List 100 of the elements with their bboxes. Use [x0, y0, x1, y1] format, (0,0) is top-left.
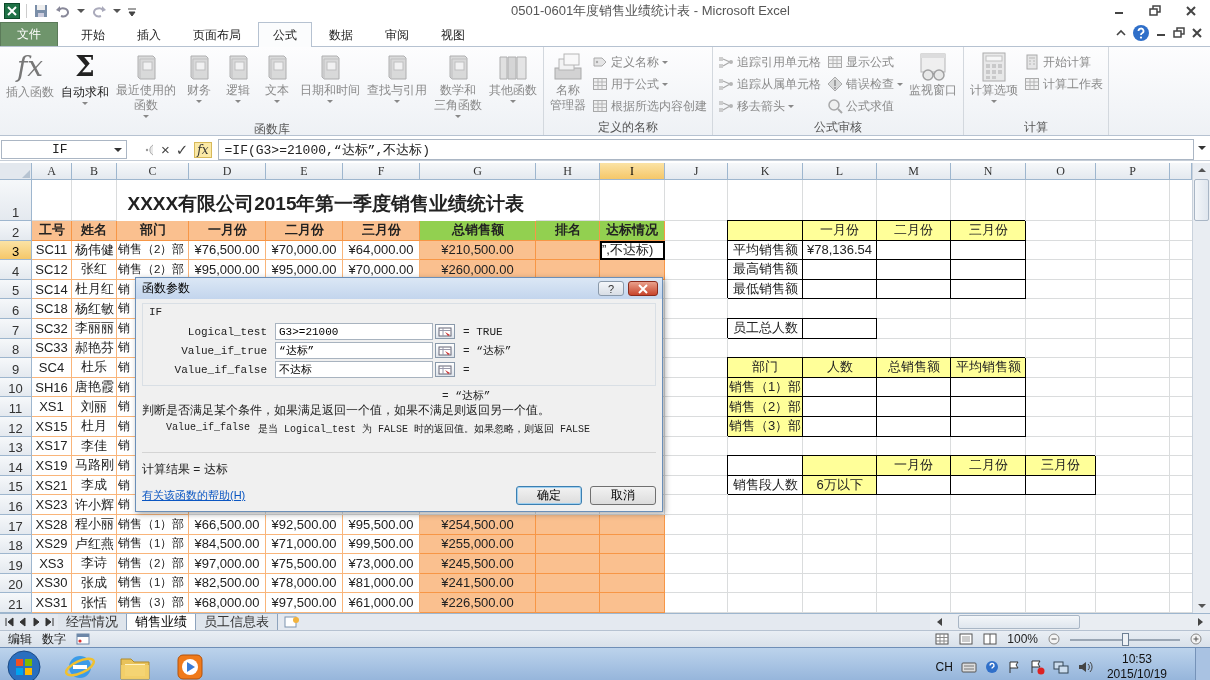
row-header[interactable]: 9: [0, 358, 32, 378]
input-field[interactable]: “达标”: [275, 342, 433, 359]
ribbon-button[interactable]: Σ 自动求和: [58, 51, 112, 108]
cancel-button[interactable]: ×: [161, 141, 170, 158]
name-box[interactable]: IF: [1, 140, 127, 159]
ribbon-tab[interactable]: 审阅: [370, 23, 424, 46]
row-header[interactable]: 15: [0, 475, 32, 496]
column-header[interactable]: H: [536, 163, 600, 180]
row-header[interactable]: 3: [0, 240, 32, 261]
scrollbar-thumb[interactable]: [1194, 179, 1209, 221]
media-player-icon[interactable]: [174, 651, 206, 680]
zoom-out-icon[interactable]: [1048, 633, 1060, 645]
column-header[interactable]: E: [266, 163, 343, 180]
save-icon[interactable]: [33, 3, 49, 19]
row-header[interactable]: 11: [0, 397, 32, 417]
ribbon-tab[interactable]: 数据: [314, 23, 368, 46]
sheet-tab[interactable]: 销售业绩: [127, 614, 196, 630]
enter-button[interactable]: ✓: [175, 141, 189, 158]
active-cell[interactable]: ”,不达标): [600, 240, 665, 261]
table-cell: ¥68,000.00: [189, 593, 266, 613]
macro-record-icon[interactable]: [76, 633, 90, 645]
row-header[interactable]: 16: [0, 495, 32, 515]
column-header[interactable]: J: [665, 163, 728, 180]
row-header[interactable]: 2: [0, 221, 32, 241]
help-button[interactable]: ?: [598, 281, 624, 296]
help-icon[interactable]: [1132, 24, 1150, 42]
row-header[interactable]: 20: [0, 573, 32, 594]
flag-icon[interactable]: [1006, 660, 1021, 674]
row-header[interactable]: 5: [0, 279, 32, 300]
arrow-icon[interactable]: [43, 616, 54, 628]
dialog-button[interactable]: 取消: [590, 486, 656, 505]
column-header[interactable]: A: [32, 163, 72, 180]
language-indicator[interactable]: CH: [935, 660, 953, 674]
row-header[interactable]: 13: [0, 436, 32, 457]
slider-thumb[interactable]: [1122, 632, 1129, 646]
input-field[interactable]: 不达标: [275, 361, 433, 378]
column-header[interactable]: O: [1026, 163, 1096, 180]
ribbon-tab[interactable]: 插入: [122, 23, 176, 46]
ribbon-tab[interactable]: 页面布局: [178, 23, 256, 46]
collapse-button[interactable]: [435, 362, 455, 377]
arrow-icon[interactable]: [17, 616, 28, 628]
column-header[interactable]: I: [600, 163, 665, 180]
column-header[interactable]: N: [951, 163, 1026, 180]
ribbon-tab[interactable]: 开始: [66, 23, 120, 46]
row-header[interactable]: 6: [0, 299, 32, 319]
collapse-button[interactable]: [435, 324, 455, 339]
column-header[interactable]: D: [189, 163, 266, 180]
formula-result: = “达标”: [441, 390, 492, 403]
scrollbar-thumb[interactable]: [958, 615, 1080, 629]
clock-time[interactable]: 10:53: [1121, 652, 1152, 667]
column-header[interactable]: M: [877, 163, 951, 180]
row-header[interactable]: 14: [0, 456, 32, 476]
row-header[interactable]: 19: [0, 554, 32, 574]
clock-date[interactable]: 2015/10/19: [1106, 667, 1167, 680]
redo-icon[interactable]: [91, 3, 107, 19]
start-button[interactable]: [6, 649, 42, 680]
table-cell: 李丽丽: [72, 318, 117, 339]
arrow-icon[interactable]: [30, 616, 41, 628]
row-header[interactable]: 4: [0, 260, 32, 280]
table-cell: [536, 554, 600, 574]
column-header[interactable]: B: [72, 163, 117, 180]
row-header[interactable]: 17: [0, 514, 32, 535]
sheet-tab[interactable]: 员工信息表: [196, 614, 278, 630]
column-header[interactable]: K: [728, 163, 803, 180]
column-header[interactable]: F: [343, 163, 420, 180]
sheet-tab[interactable]: 经营情况: [58, 614, 127, 630]
column-header[interactable]: L: [803, 163, 877, 180]
table-cell: ¥76,500.00: [189, 240, 266, 261]
row-header[interactable]: 1: [0, 180, 32, 221]
page-layout-icon[interactable]: [959, 633, 974, 645]
row-header[interactable]: 18: [0, 534, 32, 555]
help-icon[interactable]: [984, 660, 999, 674]
keyboard-icon[interactable]: [960, 661, 977, 673]
column-header[interactable]: G: [420, 163, 536, 180]
network-icon[interactable]: [1052, 659, 1069, 675]
insert-function-button[interactable]: fx: [194, 141, 212, 158]
formula-field[interactable]: =IF(G3>=21000,“达标”,不达标): [217, 139, 1194, 160]
row-header[interactable]: 12: [0, 416, 32, 437]
flag-error-icon[interactable]: [1028, 659, 1045, 675]
collapse-button[interactable]: [435, 343, 455, 358]
page-break-icon[interactable]: [983, 633, 998, 645]
row-header[interactable]: 7: [0, 318, 32, 339]
row-header[interactable]: 8: [0, 338, 32, 359]
restore-icon[interactable]: [1172, 26, 1186, 40]
close-button[interactable]: [628, 281, 658, 296]
column-header[interactable]: P: [1096, 163, 1170, 180]
ribbon-tab[interactable]: 公式: [258, 22, 312, 47]
table-cell: 马路刚: [72, 456, 117, 476]
dialog-button[interactable]: 确定: [516, 486, 582, 505]
table-cell: ¥82,500.00: [189, 573, 266, 594]
close-icon[interactable]: [1190, 26, 1204, 40]
row-header[interactable]: 10: [0, 377, 32, 398]
speaker-icon[interactable]: [1076, 659, 1093, 675]
arrow-icon[interactable]: [4, 616, 15, 628]
ribbon-tab[interactable]: 视图: [426, 23, 480, 46]
normal-view-icon[interactable]: [935, 633, 950, 645]
column-header[interactable]: C: [117, 163, 189, 180]
row-header[interactable]: 21: [0, 593, 32, 613]
input-field[interactable]: G3>=21000: [275, 323, 433, 340]
zoom-in-icon[interactable]: [1190, 633, 1202, 645]
